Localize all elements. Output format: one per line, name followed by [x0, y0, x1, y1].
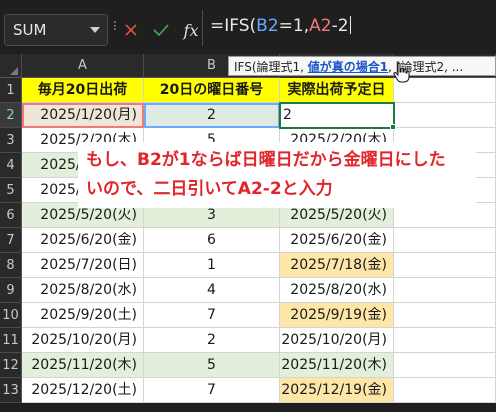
table-row: 10 2025/9/20(土) 7 2025/9/19(金) [0, 303, 496, 328]
table-row: 9 2025/8/20(水) 4 2025/8/20(水) [0, 278, 496, 303]
empty-cell[interactable] [394, 328, 496, 353]
row-header[interactable]: 12 [0, 353, 22, 378]
cell-date[interactable]: 2025/11/20(木) [22, 353, 144, 378]
cancel-icon[interactable] [122, 20, 140, 40]
row-header[interactable]: 5 [0, 178, 22, 203]
empty-cell[interactable] [394, 303, 496, 328]
callout-line-1: もし、B2が1ならば日曜日だから金曜日にした [86, 150, 446, 170]
cell-weekday-number[interactable]: 1 [144, 253, 280, 278]
formula-prefix: =IFS( [210, 16, 257, 36]
tooltip-prefix: IFS(論理式1, [234, 60, 308, 74]
name-box[interactable]: SUM [4, 14, 108, 46]
hand-cursor-icon [393, 62, 410, 83]
formula-ref-a2: A2 [309, 16, 332, 36]
formula-suffix: -2 [331, 16, 349, 36]
table-row: 12 2025/11/20(木) 5 2025/11/20(木) [0, 353, 496, 378]
row-header[interactable]: 9 [0, 278, 22, 303]
cell-date[interactable]: 2025/8/20(水) [22, 278, 144, 303]
cell-weekday-number[interactable]: 2 [144, 328, 280, 353]
confirm-icon[interactable] [152, 20, 170, 40]
formula-mid: =1, [278, 16, 310, 36]
cell-ship-date[interactable]: 2025/6/20(金) [280, 228, 394, 253]
cell-ship-date[interactable]: 2025/9/19(金) [280, 303, 394, 328]
cell-ship-date[interactable]: 2025/10/20(月) [280, 328, 394, 353]
empty-cell[interactable] [394, 253, 496, 278]
table-row: 11 2025/10/20(月) 2 2025/10/20(月) [0, 328, 496, 353]
formula-ref-b2: B2 [256, 16, 279, 36]
cell-date[interactable]: 2025/12/20(土) [22, 378, 144, 403]
annotation-callout: もし、B2が1ならば日曜日だから金曜日にした いので、二日引いてA2-2と入力 [78, 142, 476, 208]
formula-bar: SUM ··· fx =IFS(B2=1,A2-2 [0, 0, 496, 54]
excel-window: SUM ··· fx =IFS(B2=1,A2-2 IFS(論理式1, 値が真の… [0, 0, 496, 412]
cell-date[interactable]: 2025/6/20(金) [22, 228, 144, 253]
active-cell-outline [279, 102, 395, 129]
insert-function-icon[interactable]: fx [182, 20, 200, 40]
cell-date[interactable]: 2025/7/20(日) [22, 253, 144, 278]
tooltip-current-argument[interactable]: 値が真の場合1 [308, 60, 388, 74]
row-header[interactable]: 1 [0, 78, 22, 103]
cell-date[interactable]: 2025/9/20(土) [22, 303, 144, 328]
cell-weekday-number[interactable]: 7 [144, 303, 280, 328]
divider [202, 10, 203, 46]
cell-ship-date[interactable]: 2025/8/20(水) [280, 278, 394, 303]
chevron-down-icon[interactable] [90, 27, 100, 33]
function-tooltip: IFS(論理式1, 値が真の場合1, [論理式2, ... [228, 56, 496, 76]
header-row: 1 毎月20日出荷 20日の曜日番号 実際出荷予定日 [0, 78, 496, 103]
cell-ship-date[interactable]: 2025/12/19(金) [280, 378, 394, 403]
row-header[interactable]: 4 [0, 153, 22, 178]
cell-weekday-number[interactable]: 7 [144, 378, 280, 403]
cell-weekday-number[interactable]: 6 [144, 228, 280, 253]
empty-cell[interactable] [394, 228, 496, 253]
row-header[interactable]: 6 [0, 203, 22, 228]
row-header[interactable]: 3 [0, 128, 22, 153]
cell-weekday-number[interactable]: 5 [144, 353, 280, 378]
reference-highlight-b2 [144, 103, 280, 128]
row-header[interactable]: 7 [0, 228, 22, 253]
name-box-value: SUM [13, 21, 47, 39]
callout-line-2: いので、二日引いてA2-2と入力 [86, 179, 333, 199]
drag-handle-icon[interactable]: ··· [106, 20, 122, 30]
empty-cell[interactable] [394, 353, 496, 378]
row-header[interactable]: 11 [0, 328, 22, 353]
empty-cell[interactable] [394, 378, 496, 403]
fill-handle[interactable] [390, 124, 396, 130]
header-cell-c[interactable]: 実際出荷予定日 [280, 78, 394, 103]
row-header[interactable]: 10 [0, 303, 22, 328]
table-row: 8 2025/7/20(日) 1 2025/7/18(金) [0, 253, 496, 278]
row-header[interactable]: 13 [0, 378, 22, 403]
text-cursor [349, 16, 351, 34]
cell-ship-date[interactable]: 2025/7/18(金) [280, 253, 394, 278]
cell-ship-date[interactable]: 2025/11/20(木) [280, 353, 394, 378]
header-cell-b[interactable]: 20日の曜日番号 [144, 78, 280, 103]
reference-highlight-a2 [22, 103, 144, 128]
formula-input[interactable]: =IFS(B2=1,A2-2 [210, 16, 351, 36]
empty-cell[interactable] [394, 278, 496, 303]
cell-weekday-number[interactable]: 4 [144, 278, 280, 303]
header-cell-a[interactable]: 毎月20日出荷 [22, 78, 144, 103]
table-row: 13 2025/12/20(土) 7 2025/12/19(金) [0, 378, 496, 403]
row-header[interactable]: 8 [0, 253, 22, 278]
row-header[interactable]: 2 [0, 103, 22, 128]
table-row: 7 2025/6/20(金) 6 2025/6/20(金) [0, 228, 496, 253]
cell-date[interactable]: 2025/10/20(月) [22, 328, 144, 353]
empty-cell[interactable] [394, 103, 496, 128]
column-header-a[interactable]: A [22, 54, 144, 78]
select-all-corner[interactable] [0, 54, 22, 78]
